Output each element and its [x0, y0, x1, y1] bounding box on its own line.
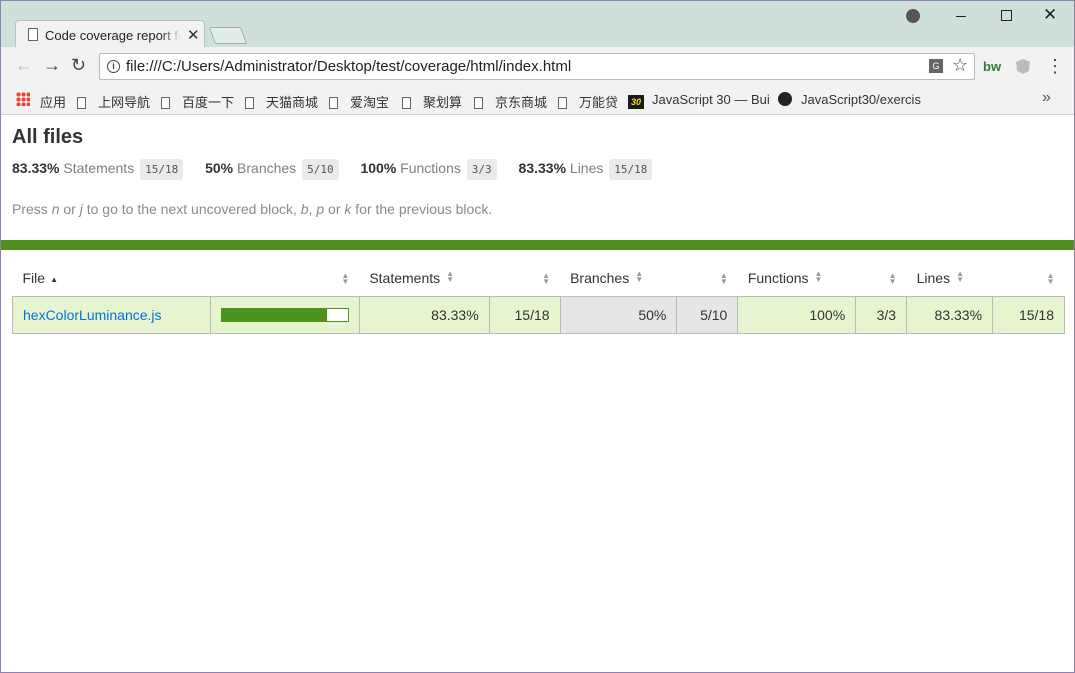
- apps-icon[interactable]: [16, 92, 30, 106]
- address-bar[interactable]: i file:///C:/Users/Administrator/Desktop…: [99, 53, 975, 80]
- metric-statements: 83.33% Statements 15/18: [12, 159, 184, 180]
- translate-icon[interactable]: G: [929, 59, 943, 73]
- sort-icon: ▲ ▼: [719, 271, 728, 286]
- metric-branches: 50% Branches 5/10: [205, 159, 339, 180]
- coverage-table: File ▲ ▲ ▼ Statements ▲ ▼ ▲ ▼ Branches ▲ ▼: [12, 261, 1065, 334]
- bookmark-item[interactable]: 万能贷: [558, 92, 618, 111]
- coverage-status-bar: [1, 240, 1074, 250]
- column-header-functions-raw[interactable]: ▲ ▼: [856, 261, 907, 296]
- coverage-summary: 83.33% Statements 15/18 50% Branches 5/1…: [12, 159, 670, 180]
- page-icon: [329, 97, 338, 109]
- branches-pct: 50%: [559, 295, 678, 334]
- title-bar: Code coverage report for All files ✕ ✕: [1, 1, 1074, 50]
- column-header-lines[interactable]: Lines ▲ ▼: [907, 261, 993, 296]
- tab-title: Code coverage report for All files: [45, 28, 181, 43]
- page-content: All files 83.33% Statements 15/18 50% Br…: [1, 116, 1074, 672]
- lines-fraction: 15/18: [992, 295, 1065, 334]
- statements-fraction: 15/18: [488, 295, 561, 334]
- bookmark-javascript30[interactable]: 30 JavaScript 30 — Bui: [628, 92, 770, 109]
- bookmark-star-icon[interactable]: ☆: [952, 55, 968, 76]
- column-header-functions[interactable]: Functions ▲ ▼: [738, 261, 856, 296]
- keyboard-hint: Press n or j to go to the next uncovered…: [12, 201, 493, 217]
- toolbar: ← → ↻ i file:///C:/Users/Administrator/D…: [1, 47, 1074, 85]
- file-link[interactable]: hexColorLuminance.js: [23, 307, 162, 323]
- page-title: All files: [12, 126, 84, 148]
- statements-pct: 83.33%: [358, 295, 490, 334]
- minimize-icon[interactable]: [956, 16, 966, 17]
- metric-functions: 100% Functions 3/3: [360, 159, 497, 180]
- bookmark-item[interactable]: 聚划算: [402, 92, 462, 111]
- column-header-statements-raw[interactable]: ▲ ▼: [489, 261, 560, 296]
- table-row: hexColorLuminance.js 83.33% 15/18 50% 5/…: [12, 295, 1065, 334]
- column-header-file[interactable]: File ▲: [13, 261, 211, 296]
- tab-close-icon[interactable]: ✕: [187, 26, 200, 44]
- sort-icon: ▲ ▼: [956, 268, 964, 284]
- github-icon: [778, 92, 792, 106]
- bookmark-item[interactable]: 京东商城: [474, 92, 547, 111]
- profile-icon[interactable]: [906, 9, 920, 23]
- sort-icon: ▲ ▼: [635, 268, 644, 284]
- column-header-file-bar[interactable]: ▲ ▼: [210, 261, 359, 296]
- column-header-branches-raw[interactable]: ▲ ▼: [677, 261, 738, 296]
- lines-pct: 83.33%: [906, 295, 994, 334]
- browser-window: Code coverage report for All files ✕ ✕ ←…: [0, 0, 1075, 673]
- coverage-progress-bar: [220, 307, 349, 322]
- page-icon: [558, 97, 567, 109]
- sort-icon: ▲ ▼: [542, 271, 551, 286]
- close-window-icon[interactable]: ✕: [1043, 5, 1057, 25]
- url-text[interactable]: file:///C:/Users/Administrator/Desktop/t…: [126, 58, 571, 75]
- back-icon[interactable]: ←: [15, 56, 33, 74]
- bookmark-apps[interactable]: 应用: [40, 92, 66, 111]
- page-icon: [245, 97, 254, 109]
- sort-icon: ▲ ▼: [446, 268, 455, 284]
- bookmark-github[interactable]: JavaScript30/exercis: [778, 92, 921, 107]
- coverage-progress-fill: [221, 308, 327, 321]
- menu-icon[interactable]: ⋮: [1046, 57, 1064, 75]
- functions-fraction: 3/3: [855, 295, 908, 334]
- extension-bw-icon[interactable]: bw: [983, 59, 1001, 74]
- column-header-branches[interactable]: Branches ▲ ▼: [560, 261, 677, 296]
- sort-icon: ▲ ▼: [814, 268, 823, 284]
- document-icon: [28, 28, 38, 41]
- maximize-icon[interactable]: [1001, 10, 1012, 21]
- branches-fraction: 5/10: [676, 295, 739, 334]
- page-icon: [77, 97, 86, 109]
- file-cell: hexColorLuminance.js: [12, 295, 211, 334]
- sort-ascending-icon: ▲: [50, 274, 58, 284]
- sort-icon: ▲ ▼: [1046, 271, 1055, 286]
- extension-angular-icon[interactable]: [1016, 59, 1030, 74]
- bookmark-item[interactable]: 百度一下: [161, 92, 234, 111]
- column-header-lines-raw[interactable]: ▲ ▼: [993, 261, 1065, 296]
- bookmarks-bar: 应用 上网导航 百度一下 天猫商城 爱淘宝 聚划算 京东商城 万能贷 30 Jav…: [1, 85, 1074, 115]
- page-icon: [161, 97, 170, 109]
- coverage-bar-cell: [209, 295, 360, 334]
- more-bookmarks-icon[interactable]: »: [1042, 89, 1051, 107]
- new-tab-button[interactable]: [208, 27, 248, 44]
- tab-active[interactable]: Code coverage report for All files ✕: [15, 20, 205, 50]
- reload-icon[interactable]: ↻: [71, 56, 86, 74]
- javascript30-icon: 30: [628, 95, 644, 109]
- sort-icon: ▲ ▼: [341, 271, 350, 286]
- info-icon[interactable]: i: [107, 60, 120, 73]
- bookmark-item[interactable]: 天猫商城: [245, 92, 318, 111]
- forward-icon[interactable]: →: [43, 56, 61, 74]
- functions-pct: 100%: [737, 295, 857, 334]
- bookmark-item[interactable]: 上网导航: [77, 92, 150, 111]
- bookmark-item[interactable]: 爱淘宝: [329, 92, 389, 111]
- page-icon: [474, 97, 483, 109]
- page-icon: [402, 97, 411, 109]
- sort-icon: ▲ ▼: [888, 271, 897, 286]
- column-header-statements[interactable]: Statements ▲ ▼: [359, 261, 489, 296]
- metric-lines: 83.33% Lines 15/18: [519, 159, 653, 180]
